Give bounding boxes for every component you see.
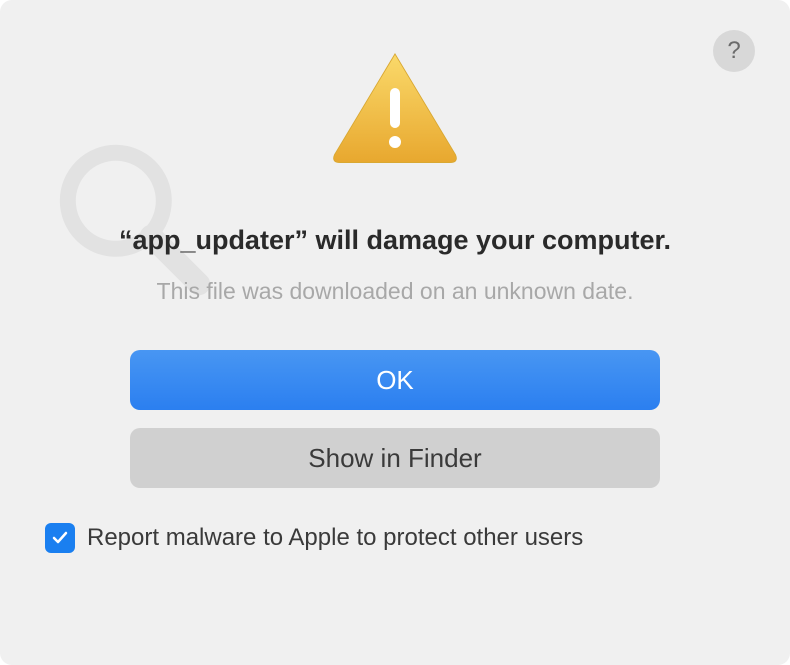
help-button[interactable]: ? <box>713 30 755 72</box>
watermark-magnifier-icon <box>55 140 215 300</box>
report-malware-checkbox[interactable] <box>45 523 75 553</box>
checkmark-icon <box>50 528 70 548</box>
report-malware-checkbox-row: Report malware to Apple to protect other… <box>45 523 583 553</box>
warning-icon <box>330 50 460 165</box>
ok-button[interactable]: OK <box>130 350 660 410</box>
show-in-finder-button[interactable]: Show in Finder <box>130 428 660 488</box>
report-malware-label: Report malware to Apple to protect other… <box>87 524 583 552</box>
dialog-subtitle: This file was downloaded on an unknown d… <box>157 278 634 305</box>
alert-dialog: ? “app_updater” will damage your compute… <box>0 0 790 665</box>
dialog-title: “app_updater” will damage your computer. <box>119 225 671 256</box>
